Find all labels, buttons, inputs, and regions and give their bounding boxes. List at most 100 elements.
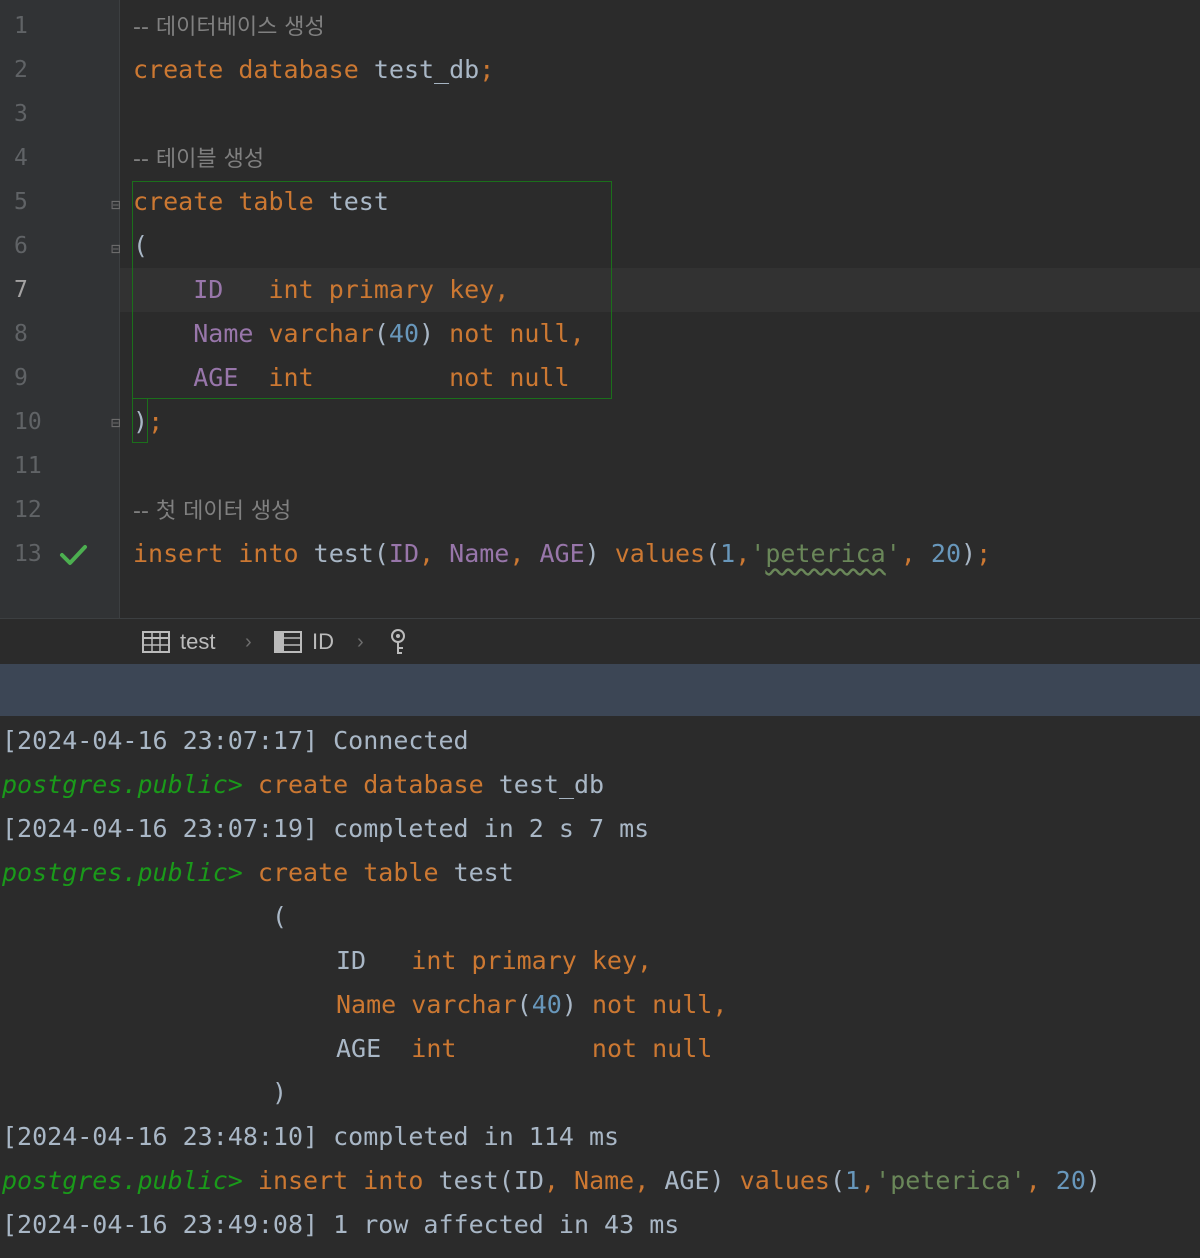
comma: , [543,1166,575,1195]
code-line-2[interactable]: create database test_db; [133,48,991,92]
line-number-current: 7 [14,277,28,303]
console-line: postgres.public> create table test [2,851,514,895]
code-line-6[interactable]: ( [133,224,991,268]
code-line-1[interactable]: -- 데이터베이스 생성 [133,4,991,48]
code-line-13[interactable]: insert into test(ID, Name, AGE) values(1… [133,532,991,576]
console-prompt: postgres.public> [2,770,243,799]
paren: ( [705,539,721,568]
column-name: Name [574,1166,635,1195]
breadcrumb-table-label: test [180,629,216,654]
code-line-9[interactable]: AGE int not null [133,356,991,400]
keyword: create database [133,55,359,84]
fold-marker-icon[interactable]: ⊟ [111,195,127,215]
editor-gutter: 1 2 3 4 5 6 7 8 9 10 11 12 13 ⊟ ⊟ ⊟ [0,0,121,618]
column-name: Name [193,319,254,348]
column-type: int primary key, [411,946,653,975]
fold-marker-icon[interactable]: ⊟ [111,239,127,259]
number: 1 [720,539,736,568]
comma: , [509,539,540,568]
breadcrumb-key[interactable] [388,619,408,665]
paren: ( [516,990,532,1019]
semicolon: ; [148,407,164,436]
line-number: 1 [14,13,28,39]
console-prompt: postgres.public> [2,858,243,887]
console-line: postgres.public> insert into test(ID, Na… [2,1159,1101,1203]
sql-editor[interactable]: 1 2 3 4 5 6 7 8 9 10 11 12 13 ⊟ ⊟ ⊟ -- 데… [0,0,1200,618]
table-icon [142,631,170,653]
console-line: ) [272,1071,287,1115]
column-name: Name [336,990,397,1019]
column-type: int [411,1034,457,1063]
console-line: postgres.public> create database test_db [2,763,604,807]
log-text: [2024-04-16 23:07:19] completed in 2 s 7… [2,814,650,843]
console-line: ID int primary key, [336,939,652,983]
identifier: test [438,1166,499,1195]
console-line: AGE int not null [336,1027,712,1071]
string-literal: peterica [765,539,886,568]
paren: ) [584,539,600,568]
code-line-12[interactable]: -- 첫 데이터 생성 [133,488,991,532]
code-area[interactable]: -- 데이터베이스 생성 create database test_db; --… [133,4,991,576]
semicolon: ; [479,55,495,84]
line-number: 8 [14,321,28,347]
code-line-8[interactable]: Name varchar(40) not null, [133,312,991,356]
column-type: varchar [268,319,374,348]
comment: -- 테이블 생성 [133,147,265,172]
line-number: 12 [14,497,42,523]
line-number: 13 [14,541,42,567]
number: 40 [531,990,562,1019]
console-line: ( [272,895,287,939]
constraint: not null [449,363,570,392]
console-output[interactable]: [2024-04-16 23:07:17] Connected postgres… [0,716,1200,1258]
log-text: [2024-04-16 23:48:10] completed in 114 m… [2,1122,620,1151]
comma: , [1025,1166,1056,1195]
code-line-5[interactable]: create table test [133,180,991,224]
keyword: create table [257,858,439,887]
line-number: 5 [14,189,28,215]
panel-splitter[interactable] [0,664,1200,716]
column-name: Name [449,539,510,568]
fold-end-marker-icon[interactable]: ⊟ [111,413,127,433]
code-line-10[interactable]: ); [133,400,991,444]
paren: ) [709,1166,725,1195]
keyword: values [739,1166,830,1195]
code-line-3[interactable] [133,92,991,136]
breadcrumb-table[interactable]: test [142,619,215,665]
paren: ( [373,319,389,348]
number: 20 [930,539,962,568]
identifier: test [313,539,374,568]
number: 1 [845,1166,861,1195]
keyword: create database [257,770,484,799]
paren: ) [133,407,149,436]
chevron-right-icon: › [357,631,364,653]
paren: ) [561,990,577,1019]
column-name: ID [388,539,420,568]
semicolon: ; [976,539,992,568]
comma: , [419,539,450,568]
code-line-11[interactable] [133,444,991,488]
string-literal: 'peterica' [875,1166,1026,1195]
console-prompt: postgres.public> [2,1166,243,1195]
paren: ) [1085,1166,1101,1195]
column-name: AGE [664,1166,710,1195]
code-line-7[interactable]: ID int primary key, [133,268,991,312]
line-number: 3 [14,101,28,127]
paren: ) [961,539,977,568]
log-text: [2024-04-16 23:07:17] Connected [2,726,469,755]
code-line-4[interactable]: -- 테이블 생성 [133,136,991,180]
line-number: 6 [14,233,28,259]
check-icon[interactable] [58,540,88,570]
line-number: 4 [14,145,28,171]
breadcrumb-column[interactable]: ID [274,619,334,665]
string-quote: ' [750,539,766,568]
console-line: [2024-04-16 23:49:08] 1 row affected in … [2,1203,679,1247]
column-name: AGE [336,1034,382,1063]
column-name: ID [513,1166,544,1195]
console-line: [2024-04-16 23:07:19] completed in 2 s 7… [2,807,649,851]
column-name: ID [193,275,224,304]
column-type: varchar [411,990,517,1019]
paren: ( [373,539,389,568]
chevron-right-icon: › [245,631,252,653]
constraint: not null, [591,990,728,1019]
line-number: 9 [14,365,28,391]
